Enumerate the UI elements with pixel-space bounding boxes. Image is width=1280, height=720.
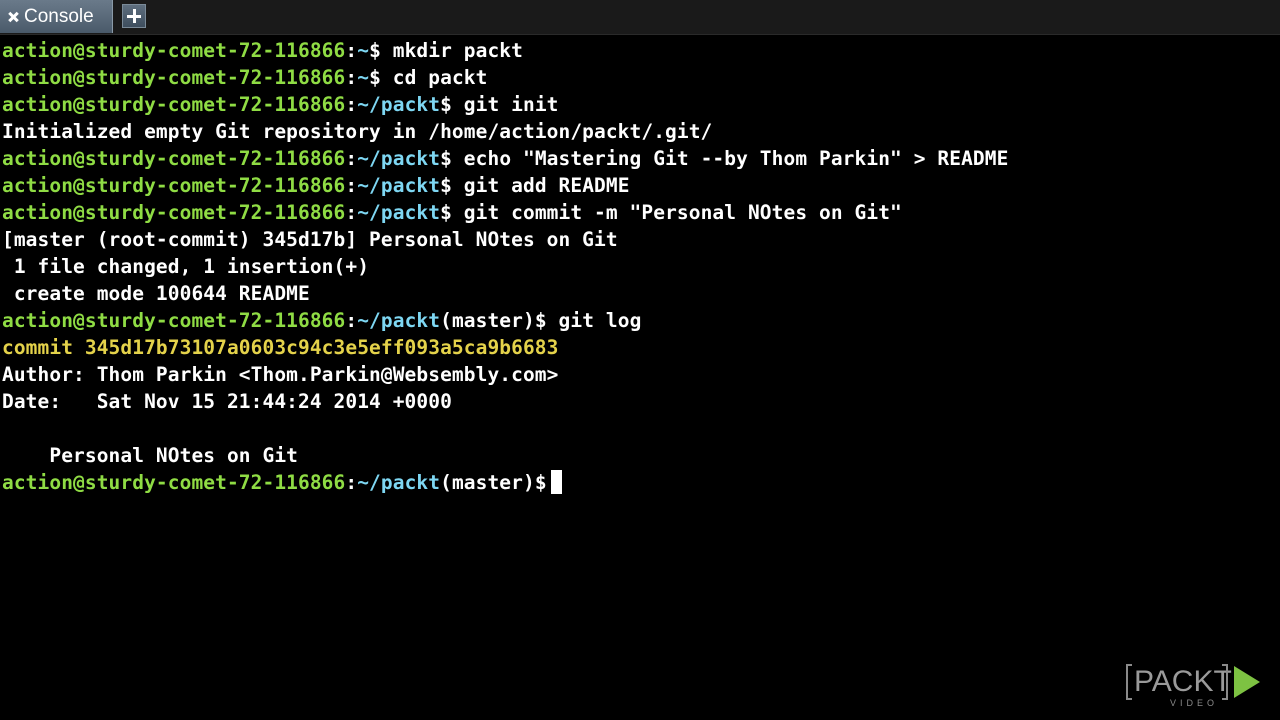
command-text: git commit -m "Personal NOtes on Git": [451, 201, 902, 224]
prompt-dollar: $: [369, 66, 381, 89]
terminal-line: action@sturdy-comet-72-116866:~/packt$ g…: [2, 199, 1272, 226]
prompt-branch: (master): [440, 309, 535, 332]
prompt-path: ~: [357, 66, 370, 89]
terminal-cursor[interactable]: [550, 470, 562, 494]
terminal-line: action@sturdy-comet-72-116866:~$ cd pack…: [2, 64, 1272, 91]
tab-label: Console: [24, 6, 94, 27]
prompt-user: action@sturdy-comet-72-116866: [2, 66, 346, 89]
terminal-line: action@sturdy-comet-72-116866:~$ mkdir p…: [2, 37, 1272, 64]
prompt-path: ~/packt: [357, 174, 441, 197]
output-line: create mode 100644 README: [2, 282, 310, 305]
logo-bracket-left: [1126, 664, 1132, 700]
prompt-user: action@sturdy-comet-72-116866: [2, 93, 346, 116]
terminal-line: action@sturdy-comet-72-116866:~/packt$ g…: [2, 91, 1272, 118]
command-text: git log: [546, 309, 642, 332]
prompt-user: action@sturdy-comet-72-116866: [2, 39, 346, 62]
prompt-branch: (master): [440, 471, 535, 494]
prompt-user: action@sturdy-comet-72-116866: [2, 147, 346, 170]
prompt-sep: :: [345, 471, 358, 494]
prompt-sep: :: [345, 147, 358, 170]
output-line: Initialized empty Git repository in /hom…: [2, 120, 713, 143]
prompt-path: ~/packt: [357, 201, 441, 224]
prompt-dollar: $: [534, 309, 547, 332]
logo-subtext: VIDEO: [1170, 698, 1219, 708]
command-text: mkdir packt: [380, 39, 523, 62]
prompt-path: ~: [357, 39, 370, 62]
prompt-sep: :: [345, 174, 358, 197]
terminal-output[interactable]: action@sturdy-comet-72-116866:~$ mkdir p…: [2, 37, 1272, 677]
tab-console[interactable]: Console: [0, 0, 113, 33]
command-text: git init: [451, 93, 559, 116]
prompt-dollar: $: [440, 93, 452, 116]
output-line: [master (root-commit) 345d17b] Personal …: [2, 228, 618, 251]
close-icon[interactable]: [6, 10, 20, 24]
terminal-line: action@sturdy-comet-72-116866:~/packt(ma…: [2, 469, 1272, 496]
prompt-dollar: $: [534, 471, 547, 494]
commit-hash-line: commit 345d17b73107a0603c94c3e5eff093a5c…: [2, 336, 559, 359]
output-line: 1 file changed, 1 insertion(+): [2, 255, 370, 278]
prompt-dollar: $: [440, 201, 452, 224]
terminal-line: action@sturdy-comet-72-116866:~/packt(ma…: [2, 307, 1272, 334]
output-line: Author: Thom Parkin <Thom.Parkin@Websemb…: [2, 363, 559, 386]
packt-video-logo: PACKT VIDEO: [1126, 662, 1266, 710]
prompt-dollar: $: [440, 174, 452, 197]
prompt-dollar: $: [369, 39, 381, 62]
prompt-sep: :: [345, 66, 358, 89]
terminal-line: action@sturdy-comet-72-116866:~/packt$ e…: [2, 145, 1272, 172]
prompt-path: ~/packt: [357, 147, 441, 170]
prompt-dollar: $: [440, 147, 452, 170]
prompt-path: ~/packt: [357, 309, 441, 332]
tab-bar: Console: [0, 0, 1280, 35]
play-icon: [1234, 666, 1260, 698]
prompt-path: ~/packt: [357, 93, 441, 116]
prompt-path: ~/packt: [357, 471, 441, 494]
prompt-sep: :: [345, 39, 358, 62]
prompt-user: action@sturdy-comet-72-116866: [2, 309, 346, 332]
prompt-user: action@sturdy-comet-72-116866: [2, 201, 346, 224]
logo-bracket-right: [1222, 664, 1228, 700]
prompt-sep: :: [345, 93, 358, 116]
output-line: Personal NOtes on Git: [2, 444, 298, 467]
new-tab-button[interactable]: [122, 4, 146, 28]
terminal-line: action@sturdy-comet-72-116866:~/packt$ g…: [2, 172, 1272, 199]
prompt-user: action@sturdy-comet-72-116866: [2, 174, 346, 197]
prompt-sep: :: [345, 309, 358, 332]
logo-text: PACKT: [1134, 665, 1232, 698]
command-text: echo "Mastering Git --by Thom Parkin" > …: [451, 147, 1009, 170]
prompt-sep: :: [345, 201, 358, 224]
command-text: git add README: [451, 174, 630, 197]
command-text: cd packt: [380, 66, 488, 89]
output-line: Date: Sat Nov 15 21:44:24 2014 +0000: [2, 390, 452, 413]
prompt-user: action@sturdy-comet-72-116866: [2, 471, 346, 494]
